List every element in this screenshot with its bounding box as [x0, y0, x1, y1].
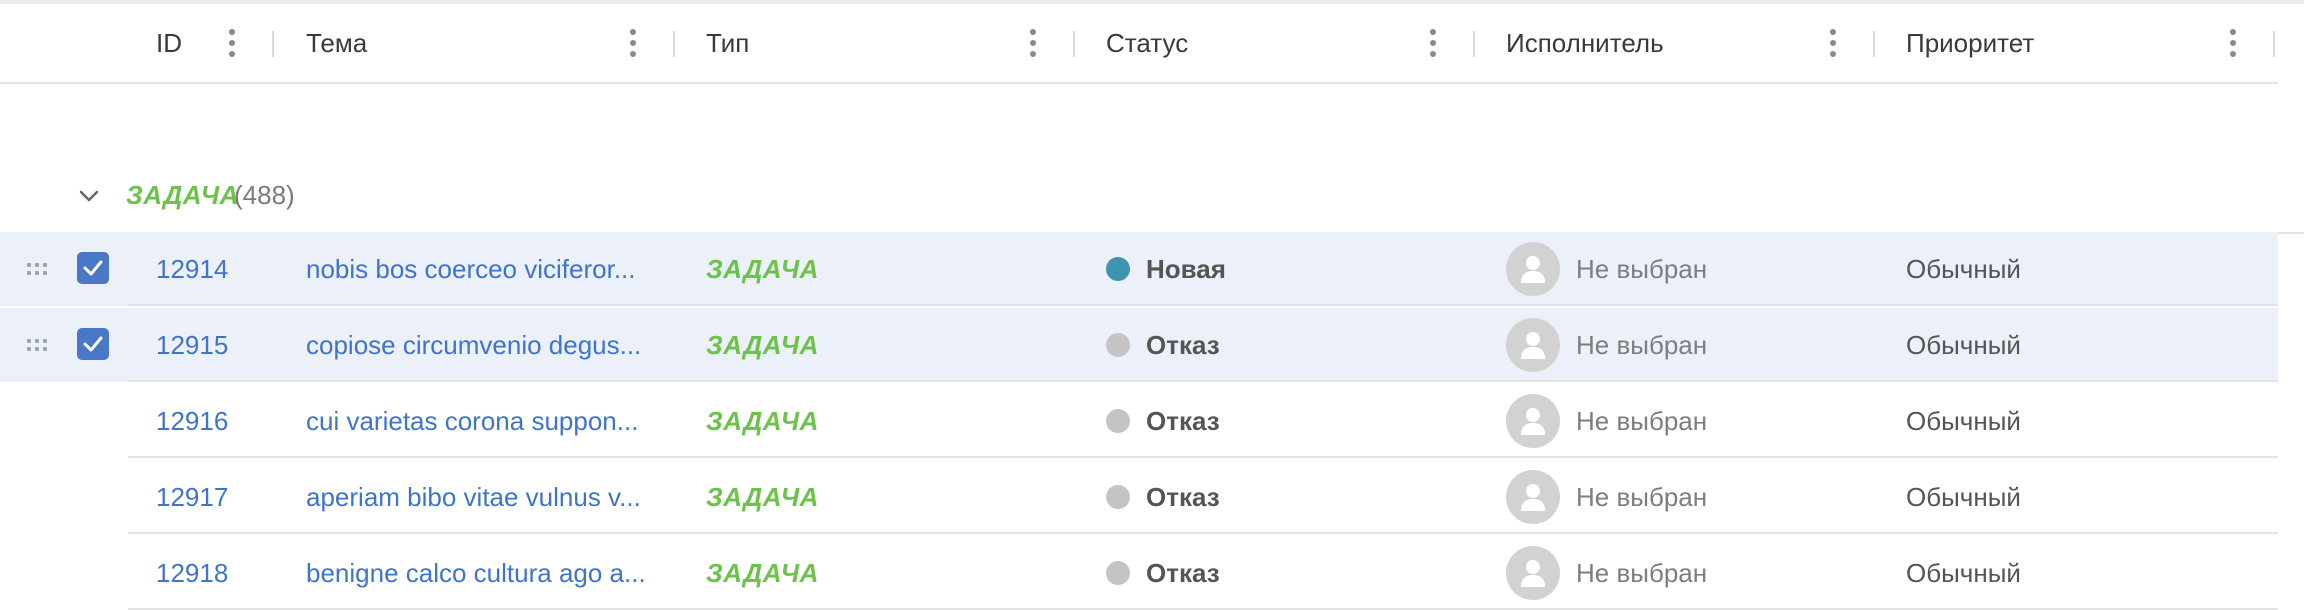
- checkmark-icon: [83, 336, 103, 352]
- table-row[interactable]: 12916 cui varietas corona suppon... ЗАДАЧА…: [0, 384, 2278, 458]
- group-header: ЗАДАЧА (488): [0, 160, 2304, 234]
- user-icon: [1521, 256, 1545, 283]
- column-header-id[interactable]: ID: [156, 4, 182, 82]
- row-divider: [128, 532, 2278, 534]
- row-type-label: ЗАДАЧА: [706, 329, 819, 360]
- row-status[interactable]: Отказ: [1106, 460, 1220, 534]
- row-type-label: ЗАДАЧА: [706, 481, 819, 512]
- column-resize-handle[interactable]: [2273, 31, 2275, 57]
- column-menu-icon[interactable]: [1021, 23, 1045, 63]
- avatar: [1506, 318, 1560, 372]
- assignee-name: Не выбран: [1576, 557, 1708, 588]
- row-priority: Обычный: [1906, 329, 2021, 360]
- column-header-type-label: Тип: [706, 27, 750, 58]
- column-header-priority[interactable]: Приоритет: [1906, 4, 2034, 82]
- column-menu-icon[interactable]: [621, 23, 645, 63]
- row-subject-link[interactable]: cui varietas corona suppon...: [306, 384, 646, 458]
- row-type-label: ЗАДАЧА: [706, 405, 819, 436]
- row-id-link[interactable]: 12916: [156, 384, 228, 458]
- status-label: Отказ: [1146, 405, 1220, 436]
- drag-handle-icon[interactable]: [27, 338, 49, 352]
- group-count: (488): [234, 180, 295, 210]
- row-assignee[interactable]: Не выбран: [1506, 308, 1707, 382]
- assignee-name: Не выбран: [1576, 329, 1708, 360]
- column-header-type[interactable]: Тип: [706, 4, 749, 82]
- column-resize-handle[interactable]: [1873, 31, 1875, 57]
- user-icon: [1521, 408, 1545, 435]
- assignee-name: Не выбран: [1576, 253, 1708, 284]
- column-header-id-label: ID: [156, 27, 182, 58]
- avatar: [1506, 242, 1560, 296]
- column-header-assignee[interactable]: Исполнитель: [1506, 4, 1664, 82]
- row-subject-link[interactable]: nobis bos coerceo viciferor...: [306, 232, 646, 306]
- row-subject-link[interactable]: aperiam bibo vitae vulnus v...: [306, 460, 646, 534]
- row-checkbox[interactable]: [77, 328, 109, 360]
- row-id-link[interactable]: 12917: [156, 460, 228, 534]
- avatar: [1506, 546, 1560, 600]
- row-divider: [128, 304, 2278, 306]
- status-dot-icon: [1106, 333, 1130, 357]
- status-label: Отказ: [1146, 557, 1220, 588]
- table-row[interactable]: 12918 benigne calco cultura ago a... ЗАДАЧ…: [0, 536, 2278, 610]
- row-id-link[interactable]: 12918: [156, 536, 228, 610]
- table-row[interactable]: 12917 aperiam bibo vitae vulnus v... ЗАДАЧ…: [0, 460, 2278, 534]
- column-header-subject[interactable]: Тема: [306, 4, 367, 82]
- row-status[interactable]: Отказ: [1106, 308, 1220, 382]
- group-title: ЗАДАЧА: [126, 180, 239, 210]
- column-menu-icon[interactable]: [1821, 23, 1845, 63]
- column-resize-handle[interactable]: [1073, 31, 1075, 57]
- row-priority: Обычный: [1906, 481, 2021, 512]
- column-header-priority-label: Приоритет: [1906, 27, 2035, 58]
- assignee-name: Не выбран: [1576, 405, 1708, 436]
- column-header-status[interactable]: Статус: [1106, 4, 1188, 82]
- table-row[interactable]: 12915 copiose circumvenio degus... ЗАДАЧА О…: [0, 308, 2278, 382]
- column-header-subject-label: Тема: [306, 27, 368, 58]
- avatar: [1506, 470, 1560, 524]
- table-row[interactable]: 12914 nobis bos coerceo viciferor... ЗАДАЧ…: [0, 232, 2278, 306]
- status-dot-icon: [1106, 409, 1130, 433]
- drag-handle-icon[interactable]: [27, 262, 49, 276]
- user-icon: [1521, 332, 1545, 359]
- row-divider: [128, 380, 2278, 382]
- column-menu-icon[interactable]: [2221, 23, 2245, 63]
- row-assignee[interactable]: Не выбран: [1506, 232, 1707, 306]
- row-subject-link[interactable]: copiose circumvenio degus...: [306, 308, 646, 382]
- user-icon: [1521, 560, 1545, 587]
- row-priority: Обычный: [1906, 557, 2021, 588]
- assignee-name: Не выбран: [1576, 481, 1708, 512]
- row-type-label: ЗАДАЧА: [706, 253, 819, 284]
- user-icon: [1521, 484, 1545, 511]
- status-dot-icon: [1106, 257, 1130, 281]
- row-status[interactable]: Новая: [1106, 232, 1226, 306]
- row-id-link[interactable]: 12914: [156, 232, 228, 306]
- status-label: Новая: [1146, 253, 1226, 284]
- column-menu-icon[interactable]: [1421, 23, 1445, 63]
- column-resize-handle[interactable]: [673, 31, 675, 57]
- status-dot-icon: [1106, 561, 1130, 585]
- status-dot-icon: [1106, 485, 1130, 509]
- column-header-assignee-label: Исполнитель: [1506, 27, 1664, 58]
- row-status[interactable]: Отказ: [1106, 384, 1220, 458]
- column-header-status-label: Статус: [1106, 27, 1189, 58]
- row-id-link[interactable]: 12915: [156, 308, 228, 382]
- row-assignee[interactable]: Не выбран: [1506, 460, 1707, 534]
- status-label: Отказ: [1146, 329, 1220, 360]
- row-type-label: ЗАДАЧА: [706, 557, 819, 588]
- column-menu-icon[interactable]: [220, 23, 244, 63]
- row-priority: Обычный: [1906, 405, 2021, 436]
- row-subject-link[interactable]: benigne calco cultura ago a...: [306, 536, 646, 610]
- chevron-down-icon[interactable]: [76, 183, 102, 209]
- row-priority: Обычный: [1906, 253, 2021, 284]
- column-resize-handle[interactable]: [272, 31, 274, 57]
- column-resize-handle[interactable]: [1473, 31, 1475, 57]
- row-divider: [128, 456, 2278, 458]
- status-label: Отказ: [1146, 481, 1220, 512]
- row-checkbox[interactable]: [77, 252, 109, 284]
- row-assignee[interactable]: Не выбран: [1506, 384, 1707, 458]
- row-status[interactable]: Отказ: [1106, 536, 1220, 610]
- table-header: ID Тема Тип Статус Исполнитель Приоритет: [0, 4, 2278, 84]
- checkmark-icon: [83, 260, 103, 276]
- avatar: [1506, 394, 1560, 448]
- row-assignee[interactable]: Не выбран: [1506, 536, 1707, 610]
